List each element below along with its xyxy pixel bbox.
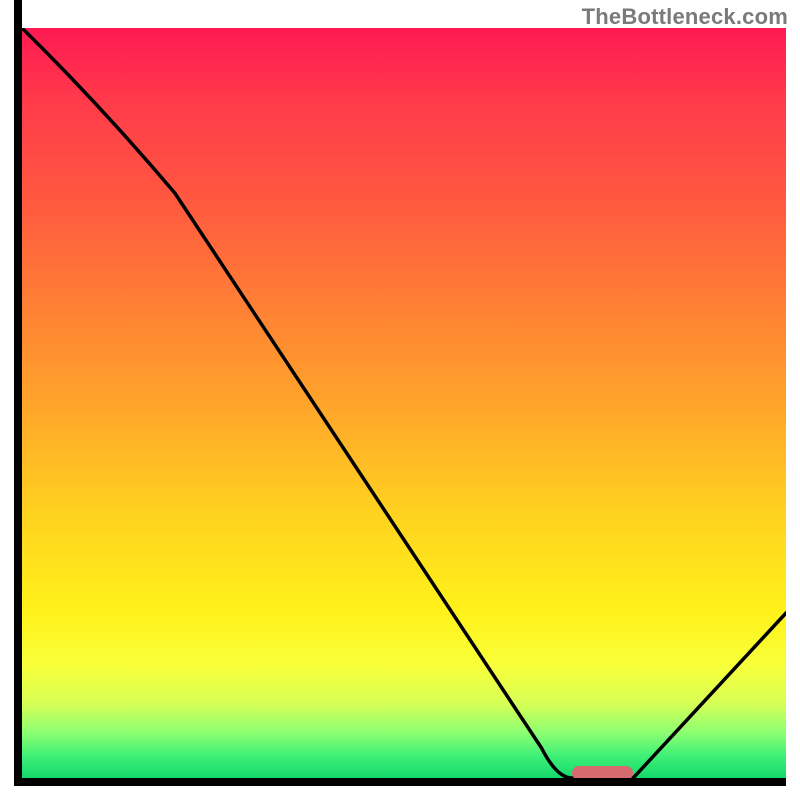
bottleneck-curve-path (22, 28, 786, 778)
bottleneck-chart: TheBottleneck.com (0, 0, 800, 800)
watermark-text: TheBottleneck.com (582, 4, 788, 30)
y-axis (14, 0, 22, 780)
x-axis (14, 778, 786, 786)
optimal-range-marker (572, 766, 633, 778)
curve-layer (22, 28, 786, 778)
plot-area (22, 28, 786, 778)
